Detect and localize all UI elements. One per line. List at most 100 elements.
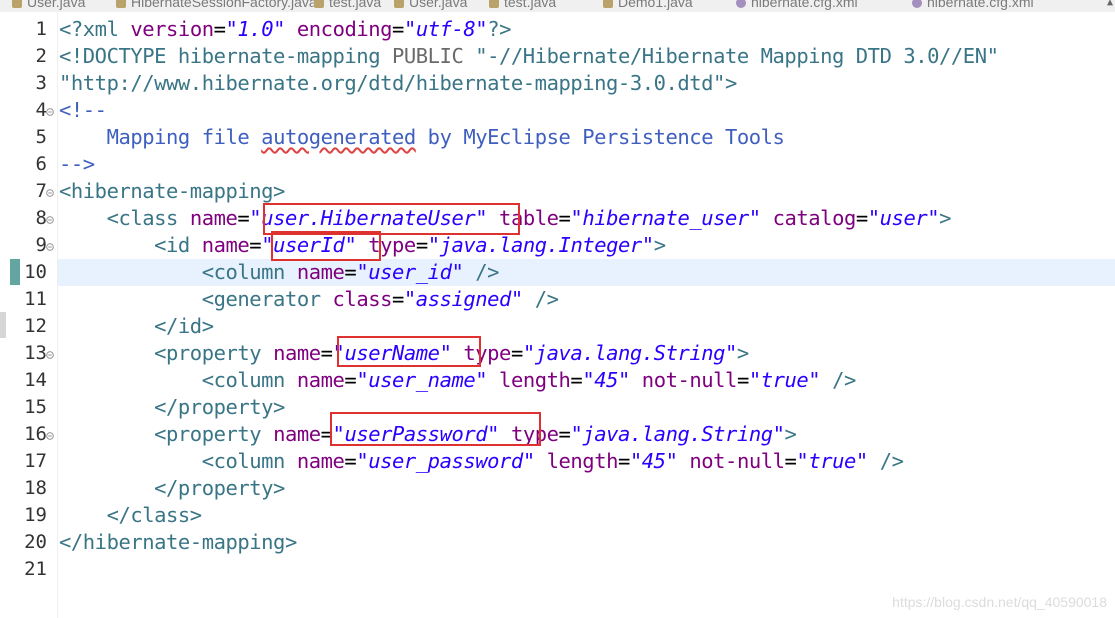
tab-test-java[interactable]: test.java xyxy=(314,0,381,12)
token-eq: = xyxy=(344,449,357,473)
watermark: https://blog.csdn.net/qq_40590018 xyxy=(892,594,1107,610)
code-line[interactable]: 5 Mapping file autogenerated by MyEclips… xyxy=(0,124,1115,151)
fold-toggle-icon[interactable] xyxy=(46,432,54,440)
token-eq: = xyxy=(237,206,250,230)
line-number: 12 xyxy=(24,315,47,337)
code-line[interactable]: 11 <generator class="assigned" /> xyxy=(0,286,1115,313)
tab-test-java[interactable]: test.java xyxy=(489,0,556,12)
code-line[interactable]: 14 <column name="user_name" length="45" … xyxy=(0,367,1115,394)
code-line[interactable]: 20 </hibernate-mapping> xyxy=(0,529,1115,556)
token-com: by MyEclipse Persistence Tools xyxy=(415,125,785,149)
tab-label: hibernate.cfg.xml xyxy=(751,0,858,10)
tab-user-java[interactable]: User.java xyxy=(12,0,85,12)
token-val: "utf-8" xyxy=(403,17,488,41)
token-eq: = xyxy=(320,341,333,365)
token-tag: <property xyxy=(59,341,274,365)
tab-hibernate-cfg-xml[interactable]: hibernate.cfg.xml xyxy=(912,0,1034,12)
code-text: --> xyxy=(59,151,95,178)
code-line[interactable]: 9 <id name="userId" type="java.lang.Inte… xyxy=(0,232,1115,259)
line-number: 10 xyxy=(24,261,47,283)
code-line[interactable]: 12 </id> xyxy=(0,313,1115,340)
tab-demo1-java[interactable]: Demo1.java xyxy=(603,0,693,12)
token-doc: "-//Hibernate/Hibernate Mapping DTD 3.0/… xyxy=(475,44,999,68)
token-eq: = xyxy=(510,341,523,365)
token-eq: = xyxy=(344,368,357,392)
code-text: </id> xyxy=(59,313,214,340)
token-eq xyxy=(463,260,475,284)
tab-label: Demo1.java xyxy=(618,0,693,10)
code-line[interactable]: 4 <!-- xyxy=(0,97,1115,124)
token-val: "45" xyxy=(582,368,630,392)
token-val: "java.lang.Integer" xyxy=(427,233,654,257)
code-line[interactable]: 10 <column name="user_id" /> xyxy=(0,259,1115,286)
token-attr: not-null xyxy=(641,368,738,392)
fold-toggle-icon[interactable] xyxy=(46,351,54,359)
token-attr: version xyxy=(130,17,214,41)
code-line[interactable]: 1 <?xml version="1.0" encoding="utf-8"?> xyxy=(0,16,1115,43)
token-spell: autogenerated xyxy=(261,125,416,149)
code-text: <hibernate-mapping> xyxy=(59,178,285,205)
tab-scroll-up-icon[interactable]: ▲ xyxy=(1107,0,1113,8)
code-line[interactable]: 19 </class> xyxy=(0,502,1115,529)
token-tag: </property> xyxy=(59,395,285,419)
java-file-icon xyxy=(12,0,22,9)
line-number: 8 xyxy=(35,207,47,229)
code-line[interactable]: 8 <class name="user.HibernateUser" table… xyxy=(0,205,1115,232)
token-eq: = xyxy=(392,17,404,41)
xml-file-icon xyxy=(912,0,922,9)
tab-label: test.java xyxy=(329,0,382,10)
code-line[interactable]: 17 <column name="user_password" length="… xyxy=(0,448,1115,475)
token-tag: </id> xyxy=(59,314,214,338)
line-number: 1 xyxy=(35,18,47,40)
tab-label: User.java xyxy=(27,0,86,10)
token-eq xyxy=(285,17,297,41)
tab-user-java[interactable]: User.java xyxy=(394,0,467,12)
java-file-icon xyxy=(394,0,404,9)
token-tag: > xyxy=(653,233,666,257)
code-line[interactable]: 3 "http://www.hibernate.org/dtd/hibernate… xyxy=(0,70,1115,97)
fold-toggle-icon[interactable] xyxy=(46,216,54,224)
token-tag: <class xyxy=(59,206,190,230)
token-eq: = xyxy=(558,422,571,446)
code-line[interactable]: 15 </property> xyxy=(0,394,1115,421)
token-val: "user" xyxy=(867,206,940,230)
code-line[interactable]: 6 --> xyxy=(0,151,1115,178)
token-eq: = xyxy=(736,368,749,392)
fold-toggle-icon[interactable] xyxy=(46,189,54,197)
token-eq xyxy=(487,368,499,392)
code-line[interactable]: 16 <property name="userPassword" type="j… xyxy=(0,421,1115,448)
token-dec: ?> xyxy=(487,17,511,41)
token-tag: <property xyxy=(59,422,274,446)
xml-file-icon xyxy=(736,0,746,9)
token-com: <!-- xyxy=(59,98,107,122)
fold-toggle-icon[interactable] xyxy=(46,108,54,116)
fold-toggle-icon[interactable] xyxy=(46,243,54,251)
token-tag: <id xyxy=(59,233,202,257)
token-attr: name xyxy=(296,260,345,284)
editor-tab-bar: User.java HibernateSessionFactory.java tes… xyxy=(0,0,1115,12)
token-eq xyxy=(761,206,773,230)
token-tag: /> xyxy=(534,287,559,311)
code-text: <generator class="assigned" /> xyxy=(59,286,559,313)
line-number: 15 xyxy=(24,396,47,418)
code-line[interactable]: 2 <!DOCTYPE hibernate-mapping PUBLIC "-//… xyxy=(0,43,1115,70)
line-number: 16 xyxy=(24,423,47,445)
line-number: 5 xyxy=(35,126,47,148)
tab-hibernatesessionfactory-java[interactable]: HibernateSessionFactory.java xyxy=(116,0,317,12)
line-number: 4 xyxy=(35,99,47,121)
tab-hibernate-cfg-xml[interactable]: hibernate.cfg.xml xyxy=(736,0,858,12)
highlight-box-username xyxy=(337,336,481,367)
code-line[interactable]: 13 <property name="userName" type="java.… xyxy=(0,340,1115,367)
highlight-box-id-name xyxy=(271,231,381,261)
line-number: 17 xyxy=(24,450,47,472)
token-eq xyxy=(820,368,832,392)
code-line[interactable]: 21 xyxy=(0,556,1115,583)
token-eq xyxy=(868,449,880,473)
code-line[interactable]: 18 </property> xyxy=(0,475,1115,502)
code-text: "http://www.hibernate.org/dtd/hibernate-… xyxy=(59,70,737,97)
token-eq: = xyxy=(855,206,868,230)
token-val: "assigned" xyxy=(403,287,523,311)
code-line[interactable]: 7 <hibernate-mapping> xyxy=(0,178,1115,205)
token-doc: <!DOCTYPE hibernate-mapping xyxy=(59,44,392,68)
code-text: <!DOCTYPE hibernate-mapping PUBLIC "-//H… xyxy=(59,43,999,70)
